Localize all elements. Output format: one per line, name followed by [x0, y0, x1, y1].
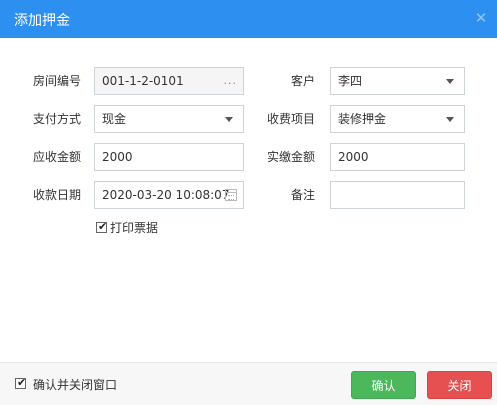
receipt-date-value: 2020-03-20 10:08:07: [102, 188, 230, 202]
check-icon: ✔: [98, 220, 108, 233]
remark-label: 备注: [290, 188, 315, 202]
payment-method-select[interactable]: 现金: [94, 105, 244, 133]
dialog-footer: ✔ 确认并关闭窗口 确认 关闭: [0, 362, 497, 405]
receipt-date-input[interactable]: 2020-03-20 10:08:07: [94, 181, 244, 209]
room-number-field[interactable]: 001-1-2-0101 ...: [94, 67, 244, 95]
charge-item-value: 装修押金: [338, 112, 387, 126]
receivable-amount-label: 应收金额: [32, 150, 81, 164]
customer-select[interactable]: 李四: [330, 67, 465, 95]
paid-amount-label: 实缴金额: [266, 150, 315, 164]
charge-item-select[interactable]: 装修押金: [330, 105, 465, 133]
close-button[interactable]: 关闭: [427, 371, 492, 399]
room-number-label: 房间编号: [32, 74, 81, 88]
charge-item-label: 收费项目: [266, 112, 315, 126]
confirm-button[interactable]: 确认: [351, 371, 416, 399]
room-number-value: 001-1-2-0101: [102, 74, 184, 88]
paid-amount-value: 2000: [338, 150, 369, 164]
print-receipt-label: 打印票据: [110, 221, 159, 235]
room-picker-button[interactable]: ...: [224, 68, 238, 94]
customer-value: 李四: [338, 74, 363, 88]
payment-method-label: 支付方式: [32, 112, 81, 126]
check-icon: ✔: [17, 376, 27, 389]
payment-method-value: 现金: [102, 112, 127, 126]
chevron-down-icon: [225, 117, 233, 122]
customer-label: 客户: [290, 74, 315, 88]
calendar-icon[interactable]: [225, 189, 237, 201]
receivable-amount-input[interactable]: 2000: [94, 143, 244, 171]
add-deposit-dialog: 添加押金 ✕ 房间编号 001-1-2-0101 ... 客户 李四 支付方式 …: [0, 0, 497, 405]
confirm-close-checkbox[interactable]: ✔: [15, 376, 27, 389]
close-icon[interactable]: ✕: [473, 10, 489, 26]
dialog-titlebar: 添加押金 ✕: [0, 0, 497, 38]
paid-amount-input[interactable]: 2000: [330, 143, 465, 171]
chevron-down-icon: [446, 117, 454, 122]
confirm-close-label: 确认并关闭窗口: [33, 378, 118, 392]
receipt-date-label: 收款日期: [32, 188, 81, 202]
remark-input[interactable]: [330, 181, 465, 209]
dialog-title: 添加押金: [14, 13, 70, 29]
chevron-down-icon: [446, 79, 454, 84]
receivable-amount-value: 2000: [102, 150, 133, 164]
print-receipt-checkbox[interactable]: ✔: [96, 220, 108, 233]
